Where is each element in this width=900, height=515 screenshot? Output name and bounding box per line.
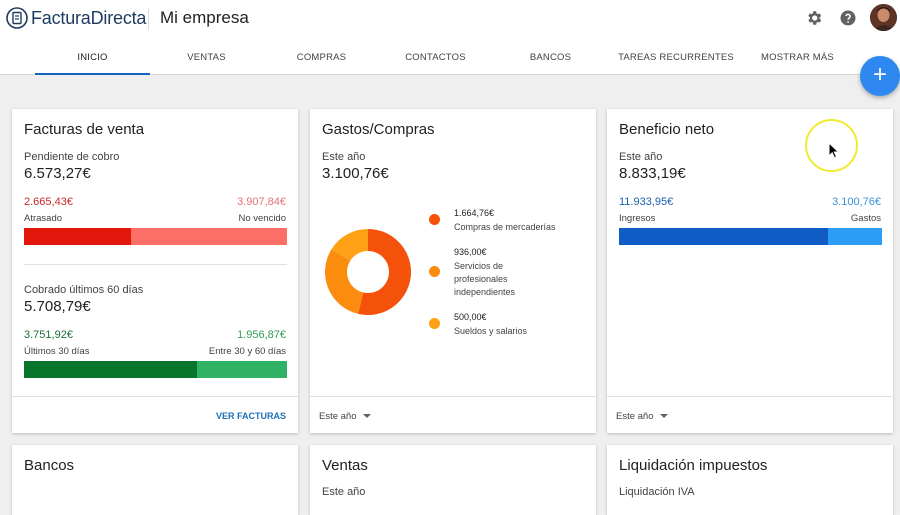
- ver-facturas-link[interactable]: VER FACTURAS: [216, 411, 286, 421]
- top-bar: FacturaDirecta Mi empresa: [0, 0, 900, 38]
- expense-label: Gastos: [850, 213, 881, 224]
- help-icon[interactable]: [839, 9, 857, 27]
- card-footer-divider: [607, 396, 893, 397]
- period-select[interactable]: Este año: [319, 411, 371, 422]
- tab-tareas-recurrentes[interactable]: TAREAS RECURRENTES: [617, 38, 735, 75]
- app-name: FacturaDirecta: [31, 7, 147, 28]
- between-value: 1.956,87€: [237, 329, 286, 341]
- last30-value: 3.751,92€: [24, 329, 73, 341]
- avatar-photo: [870, 4, 897, 31]
- card-footer-divider: [310, 396, 596, 397]
- tab-mostrar-mas[interactable]: MOSTRAR MÁS: [740, 38, 855, 75]
- period-label: Este año: [322, 486, 366, 498]
- card-title: Beneficio neto: [619, 121, 715, 138]
- pending-bar: [24, 228, 287, 245]
- income-segment: [619, 228, 828, 245]
- legend-value-servicios: 936,00€: [454, 247, 487, 257]
- card-ventas: Ventas Este año: [310, 445, 596, 515]
- legend-name-servicios: Servicios de profesionales independiente…: [454, 261, 516, 297]
- tab-contactos[interactable]: CONTACTOS: [378, 38, 493, 75]
- notdue-label: No vencido: [238, 213, 286, 224]
- tab-compras[interactable]: COMPRAS: [264, 38, 379, 75]
- card-liquidacion-impuestos: Liquidación impuestos Liquidación IVA: [607, 445, 893, 515]
- between-segment: [196, 361, 287, 378]
- between-label: Entre 30 y 60 días: [208, 346, 286, 357]
- period-select[interactable]: Este año: [616, 411, 668, 422]
- notdue-segment: [130, 228, 287, 245]
- overdue-value: 2.665,43€: [24, 196, 73, 208]
- add-button[interactable]: +: [860, 56, 900, 96]
- divider: [24, 264, 287, 265]
- card-title: Facturas de venta: [24, 121, 145, 138]
- card-facturas-venta: Facturas de venta Pendiente de cobro 6.5…: [12, 109, 298, 433]
- company-name[interactable]: Mi empresa: [160, 8, 249, 28]
- last30-segment: [24, 361, 197, 378]
- main-nav: INICIO VENTAS COMPRAS CONTACTOS BANCOS T…: [0, 38, 900, 75]
- income-value: 11.933,95€: [619, 196, 674, 208]
- collected-bar: [24, 361, 287, 378]
- last30-label: Últimos 30 días: [24, 346, 90, 357]
- legend-dot-servicios: [429, 266, 440, 277]
- expenses-donut-chart: [325, 229, 411, 315]
- card-bancos: Bancos: [12, 445, 298, 515]
- chevron-down-icon: [362, 414, 371, 419]
- legend-name-sueldos: Sueldos y salarios: [454, 326, 528, 336]
- legend-dot-mercaderias: [429, 214, 440, 225]
- tab-inicio[interactable]: INICIO: [35, 38, 150, 75]
- overdue-label: Atrasado: [24, 213, 63, 224]
- net-profit-total: 8.833,19€: [619, 165, 686, 182]
- tab-bancos[interactable]: BANCOS: [493, 38, 608, 75]
- card-title: Ventas: [322, 457, 368, 474]
- expenses-total: 3.100,76€: [322, 165, 389, 182]
- pending-total: 6.573,27€: [24, 165, 91, 182]
- profit-bar: [619, 228, 882, 245]
- chevron-down-icon: [659, 414, 668, 419]
- collected-total: 5.708,79€: [24, 298, 91, 315]
- collected-label: Cobrado últimos 60 días: [24, 284, 144, 296]
- legend-value-sueldos: 500,00€: [454, 312, 487, 322]
- donut-slice-servicios: [325, 249, 364, 314]
- card-gastos-compras: Gastos/Compras Este año 3.100,76€ 1.664,…: [310, 109, 596, 433]
- logo-icon: [6, 7, 28, 29]
- notdue-value: 3.907,84€: [237, 196, 286, 208]
- card-title: Liquidación impuestos: [619, 457, 768, 474]
- legend-dot-sueldos: [429, 318, 440, 329]
- app-logo[interactable]: FacturaDirecta: [6, 6, 146, 30]
- period-select-value: Este año: [616, 411, 654, 422]
- expense-value: 3.100,76€: [832, 196, 881, 208]
- gear-icon[interactable]: [805, 9, 823, 27]
- income-label: Ingresos: [619, 213, 656, 224]
- card-footer-divider: [12, 396, 298, 397]
- user-avatar[interactable]: [870, 4, 897, 31]
- expense-segment: [827, 228, 882, 245]
- divider: [148, 8, 149, 30]
- tab-ventas[interactable]: VENTAS: [149, 38, 264, 75]
- legend-value-mercaderias: 1.664,76€: [454, 208, 495, 218]
- overdue-segment: [24, 228, 131, 245]
- period-label: Este año: [322, 151, 366, 163]
- period-select-value: Este año: [319, 411, 357, 422]
- liquidacion-iva-label: Liquidación IVA: [619, 486, 695, 498]
- mouse-pointer-icon: [828, 142, 840, 159]
- pending-label: Pendiente de cobro: [24, 151, 120, 163]
- period-label: Este año: [619, 151, 663, 163]
- card-title: Gastos/Compras: [322, 121, 435, 138]
- card-title: Bancos: [24, 457, 75, 474]
- legend-name-mercaderias: Compras de mercaderías: [454, 222, 556, 232]
